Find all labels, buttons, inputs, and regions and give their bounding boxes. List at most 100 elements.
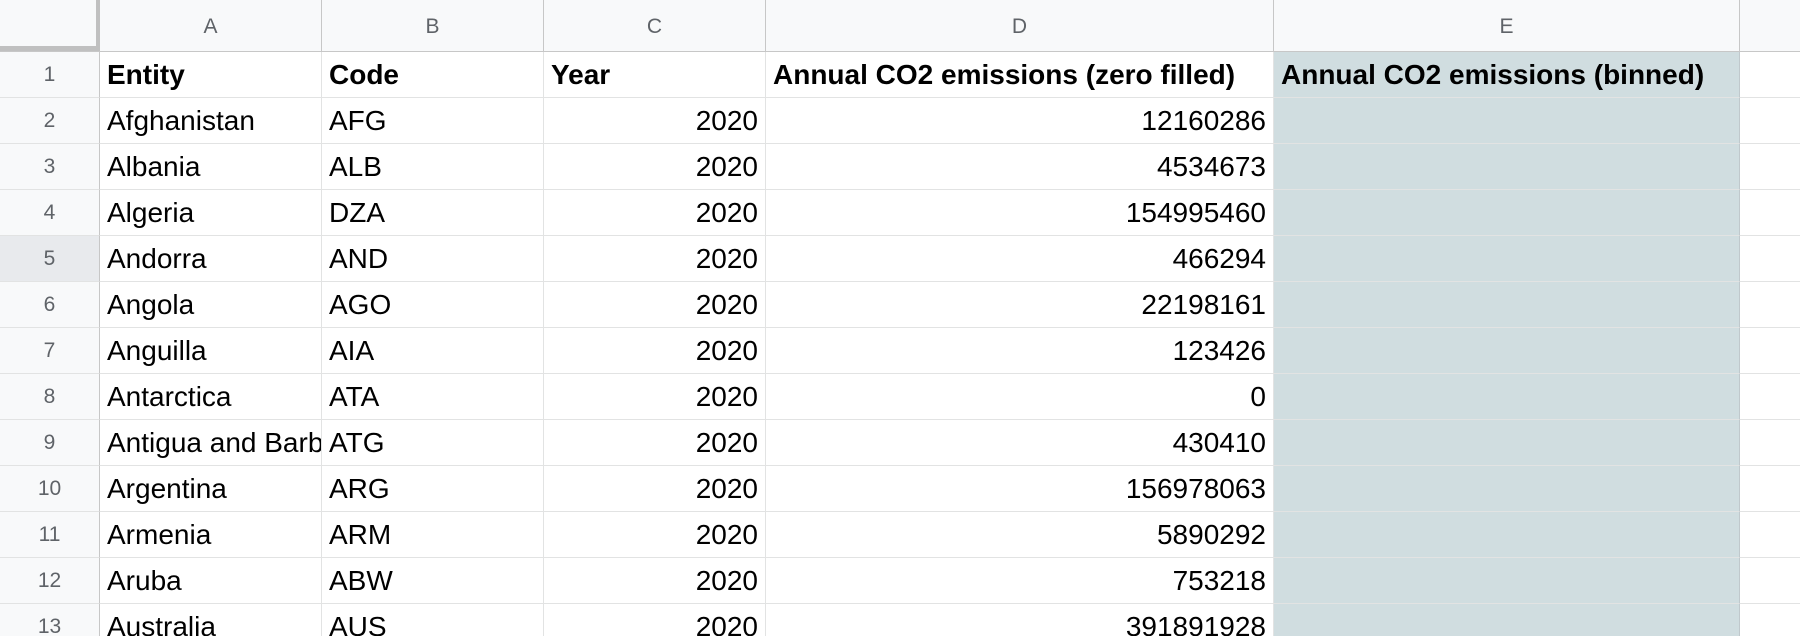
cell-code[interactable]: ARM bbox=[322, 512, 544, 558]
row-header[interactable]: 8 bbox=[0, 374, 100, 420]
cell-year[interactable]: 2020 bbox=[544, 144, 766, 190]
cell-year[interactable]: 2020 bbox=[544, 420, 766, 466]
cell-year[interactable]: 2020 bbox=[544, 466, 766, 512]
cell-entity[interactable]: Anguilla bbox=[100, 328, 322, 374]
cell-header-year[interactable]: Year bbox=[544, 52, 766, 98]
cell-emissions[interactable]: 5890292 bbox=[766, 512, 1274, 558]
cell-year[interactable]: 2020 bbox=[544, 236, 766, 282]
cell-header-emissions-zero-filled[interactable]: Annual CO2 emissions (zero filled) bbox=[766, 52, 1274, 98]
cell-binned[interactable] bbox=[1274, 466, 1740, 512]
row-header[interactable]: 12 bbox=[0, 558, 100, 604]
cell-entity[interactable]: Argentina bbox=[100, 466, 322, 512]
cell-entity[interactable]: Australia bbox=[100, 604, 322, 636]
cell-code[interactable]: AUS bbox=[322, 604, 544, 636]
cell-entity[interactable]: Antigua and Barbuda bbox=[100, 420, 322, 466]
cell-emissions[interactable]: 753218 bbox=[766, 558, 1274, 604]
row-header[interactable]: 7 bbox=[0, 328, 100, 374]
cell-year[interactable]: 2020 bbox=[544, 558, 766, 604]
cell-emissions[interactable]: 430410 bbox=[766, 420, 1274, 466]
cell-code[interactable]: ARG bbox=[322, 466, 544, 512]
cell-entity[interactable]: Angola bbox=[100, 282, 322, 328]
cell-code[interactable]: AND bbox=[322, 236, 544, 282]
cell-year[interactable]: 2020 bbox=[544, 374, 766, 420]
cell-code[interactable]: AIA bbox=[322, 328, 544, 374]
cell-empty[interactable] bbox=[1740, 144, 1800, 190]
cell-empty[interactable] bbox=[1740, 604, 1800, 636]
cell-emissions[interactable]: 156978063 bbox=[766, 466, 1274, 512]
cell-year[interactable]: 2020 bbox=[544, 512, 766, 558]
cell-binned[interactable] bbox=[1274, 190, 1740, 236]
cell-empty[interactable] bbox=[1740, 328, 1800, 374]
cell-emissions[interactable]: 391891928 bbox=[766, 604, 1274, 636]
row-header[interactable]: 9 bbox=[0, 420, 100, 466]
spreadsheet-grid: A B C D E 1 Entity Code Year Annual CO2 … bbox=[0, 0, 1800, 636]
cell-entity[interactable]: Albania bbox=[100, 144, 322, 190]
column-header-d[interactable]: D bbox=[766, 0, 1274, 51]
cell-emissions[interactable]: 0 bbox=[766, 374, 1274, 420]
cell-emissions[interactable]: 22198161 bbox=[766, 282, 1274, 328]
cell-code[interactable]: AGO bbox=[322, 282, 544, 328]
cell-empty[interactable] bbox=[1740, 282, 1800, 328]
row-header[interactable]: 10 bbox=[0, 466, 100, 512]
cell-code[interactable]: ATA bbox=[322, 374, 544, 420]
cell-year[interactable]: 2020 bbox=[544, 98, 766, 144]
cell-code[interactable]: ABW bbox=[322, 558, 544, 604]
cell-header-code[interactable]: Code bbox=[322, 52, 544, 98]
cell-emissions[interactable]: 123426 bbox=[766, 328, 1274, 374]
row-header[interactable]: 6 bbox=[0, 282, 100, 328]
row-header[interactable]: 3 bbox=[0, 144, 100, 190]
cell-emissions[interactable]: 12160286 bbox=[766, 98, 1274, 144]
column-header-e[interactable]: E bbox=[1274, 0, 1740, 51]
cell-code[interactable]: DZA bbox=[322, 190, 544, 236]
cell-binned[interactable] bbox=[1274, 144, 1740, 190]
cell-empty[interactable] bbox=[1740, 98, 1800, 144]
cell-code[interactable]: ALB bbox=[322, 144, 544, 190]
cell-binned[interactable] bbox=[1274, 374, 1740, 420]
cell-binned[interactable] bbox=[1274, 98, 1740, 144]
cell-header-entity[interactable]: Entity bbox=[100, 52, 322, 98]
row-header[interactable]: 13 bbox=[0, 604, 100, 636]
cell-emissions[interactable]: 466294 bbox=[766, 236, 1274, 282]
row-header[interactable]: 2 bbox=[0, 98, 100, 144]
cell-code[interactable]: ATG bbox=[322, 420, 544, 466]
row-header[interactable]: 11 bbox=[0, 512, 100, 558]
cell-binned[interactable] bbox=[1274, 604, 1740, 636]
row-header[interactable]: 5 bbox=[0, 236, 100, 282]
column-header-c[interactable]: C bbox=[544, 0, 766, 51]
table-row: 5 Andorra AND 2020 466294 bbox=[0, 236, 1800, 282]
cell-entity[interactable]: Antarctica bbox=[100, 374, 322, 420]
cell-binned[interactable] bbox=[1274, 558, 1740, 604]
column-header-next[interactable] bbox=[1740, 0, 1800, 51]
cell-empty[interactable] bbox=[1740, 190, 1800, 236]
cell-entity[interactable]: Afghanistan bbox=[100, 98, 322, 144]
cell-year[interactable]: 2020 bbox=[544, 190, 766, 236]
cell-empty[interactable] bbox=[1740, 512, 1800, 558]
column-header-b[interactable]: B bbox=[322, 0, 544, 51]
cell-binned[interactable] bbox=[1274, 512, 1740, 558]
cell-entity[interactable]: Armenia bbox=[100, 512, 322, 558]
cell-header-emissions-binned[interactable]: Annual CO2 emissions (binned) bbox=[1274, 52, 1740, 98]
cell-entity[interactable]: Andorra bbox=[100, 236, 322, 282]
cell-year[interactable]: 2020 bbox=[544, 282, 766, 328]
cell-empty[interactable] bbox=[1740, 420, 1800, 466]
cell-empty[interactable] bbox=[1740, 558, 1800, 604]
cell-empty[interactable] bbox=[1740, 236, 1800, 282]
cell-binned[interactable] bbox=[1274, 420, 1740, 466]
cell-empty[interactable] bbox=[1740, 466, 1800, 512]
cell-binned[interactable] bbox=[1274, 236, 1740, 282]
cell-year[interactable]: 2020 bbox=[544, 328, 766, 374]
cell-year[interactable]: 2020 bbox=[544, 604, 766, 636]
cell-emissions[interactable]: 154995460 bbox=[766, 190, 1274, 236]
cell-emissions[interactable]: 4534673 bbox=[766, 144, 1274, 190]
row-header[interactable]: 1 bbox=[0, 52, 100, 98]
cell-entity[interactable]: Algeria bbox=[100, 190, 322, 236]
cell-empty[interactable] bbox=[1740, 374, 1800, 420]
cell-entity[interactable]: Aruba bbox=[100, 558, 322, 604]
select-all-corner[interactable] bbox=[0, 0, 100, 51]
cell-empty[interactable] bbox=[1740, 52, 1800, 98]
row-header[interactable]: 4 bbox=[0, 190, 100, 236]
cell-code[interactable]: AFG bbox=[322, 98, 544, 144]
column-header-a[interactable]: A bbox=[100, 0, 322, 51]
cell-binned[interactable] bbox=[1274, 282, 1740, 328]
cell-binned[interactable] bbox=[1274, 328, 1740, 374]
